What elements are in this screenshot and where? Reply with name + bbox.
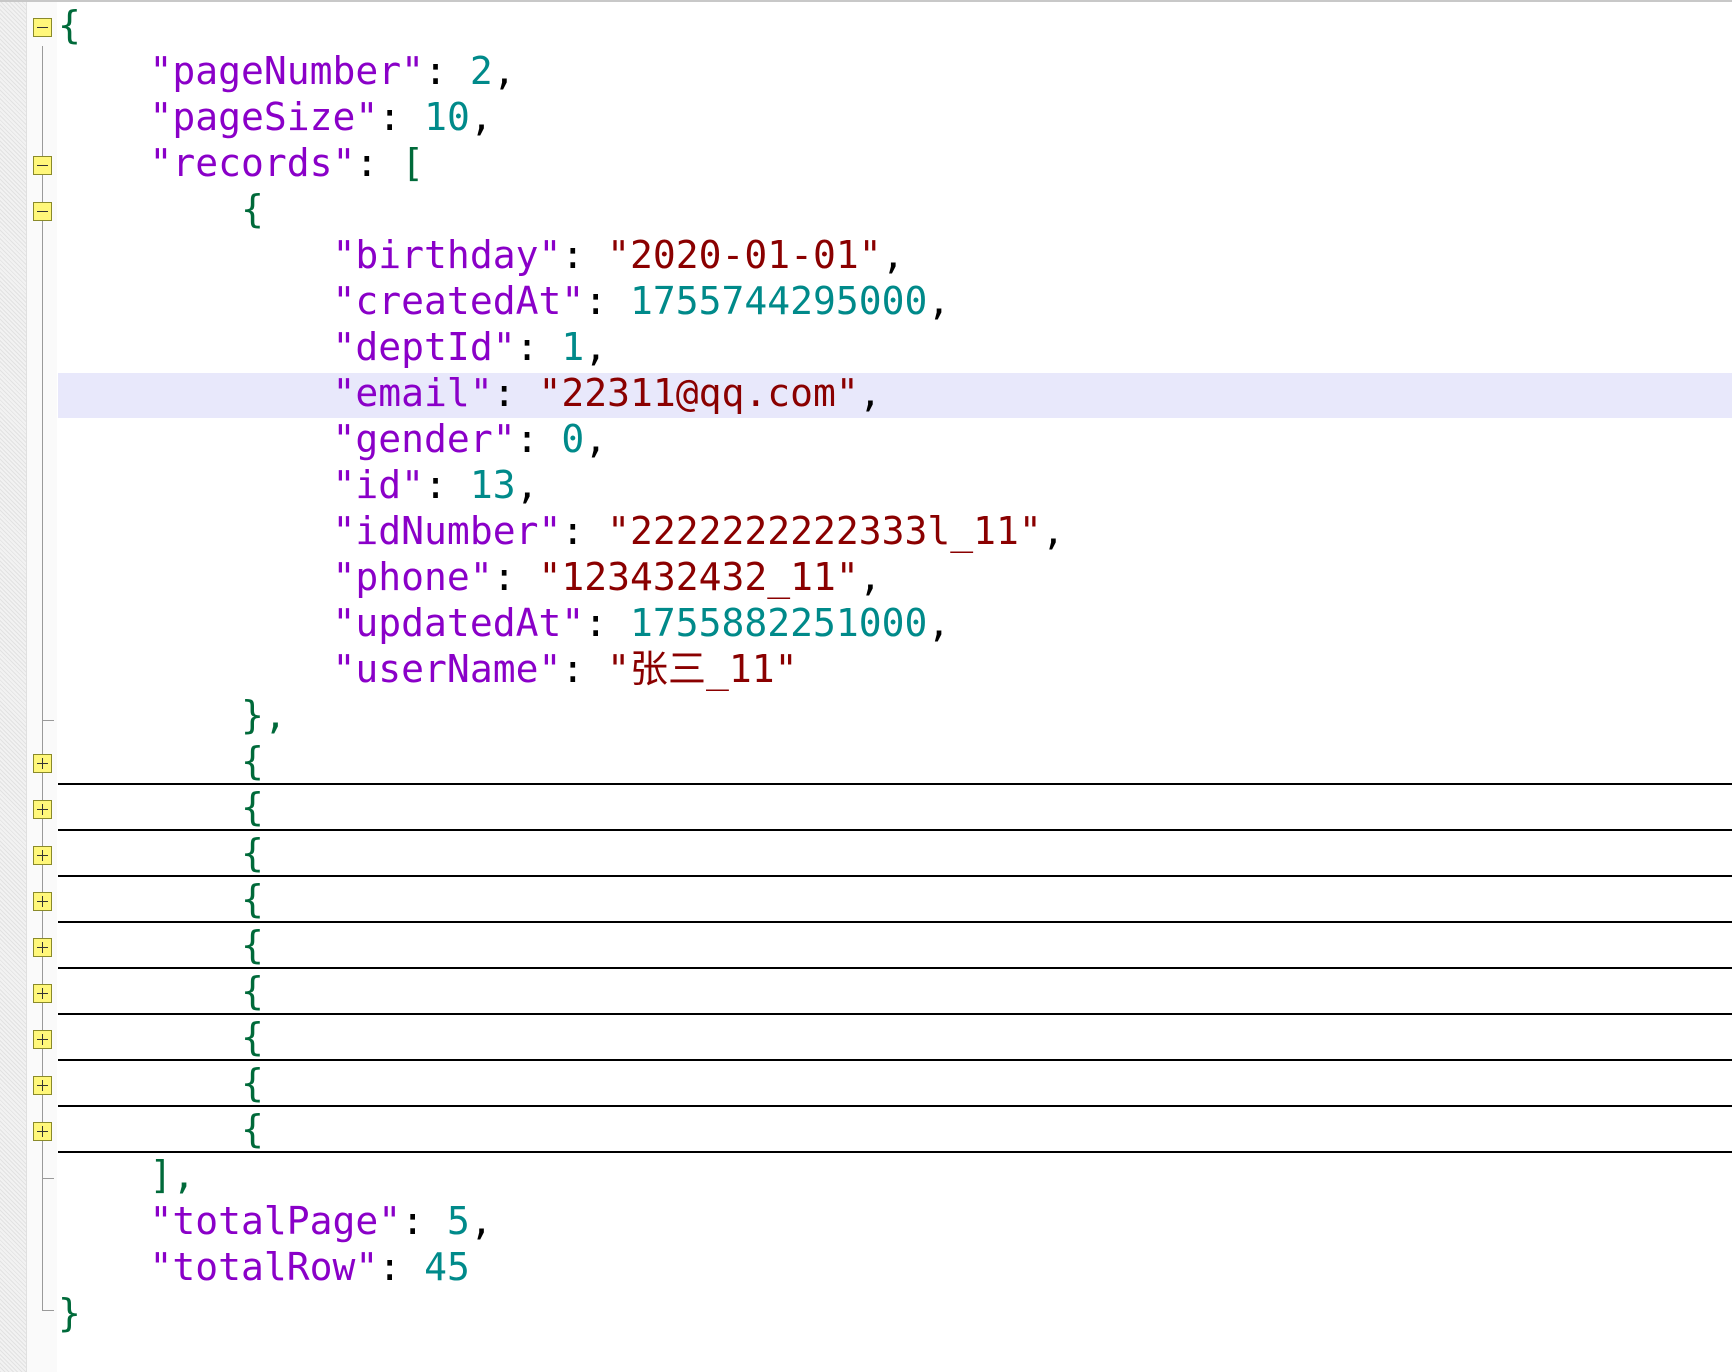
code-line-field[interactable]: "deptId": 1, [58, 324, 608, 370]
field-value: "2020-01-01" [607, 233, 882, 277]
code-line-collapsed-record[interactable]: { [58, 1060, 264, 1106]
expand-record-plus-icon[interactable] [33, 1122, 52, 1141]
root-open-brace: { [58, 3, 81, 47]
code-line-field-current[interactable]: "email": "22311@qq.com", [58, 370, 882, 416]
record-close-brace: }, [241, 693, 287, 737]
code-line-collapsed-record[interactable]: { [58, 1106, 264, 1152]
code-line-collapsed-record[interactable]: { [58, 784, 264, 830]
field-key: "userName" [332, 647, 562, 691]
total-row-key: "totalRow" [149, 1245, 379, 1289]
field-value: 13 [469, 463, 516, 507]
code-line-collapsed-record[interactable]: { [58, 738, 264, 784]
code-line-collapsed-record[interactable]: { [58, 876, 264, 922]
page-size-key: "pageSize" [149, 95, 379, 139]
field-key: "createdAt" [332, 279, 585, 323]
page-number-value: 2 [469, 49, 493, 93]
collapsed-record-brace: { [241, 969, 264, 1013]
field-value: 1755744295000 [629, 279, 928, 323]
expand-record-plus-icon[interactable] [33, 984, 52, 1003]
field-value: 0 [561, 417, 585, 461]
code-line-field[interactable]: "phone": "123432432_11", [58, 554, 882, 600]
code-line-page-size[interactable]: "pageSize": 10, [58, 94, 493, 140]
collapsed-fold-line [58, 1151, 1732, 1153]
field-value: 1755882251000 [629, 601, 928, 645]
collapsed-record-brace: { [241, 1061, 264, 1105]
field-key: "id" [332, 463, 425, 507]
collapsed-record-brace: { [241, 877, 264, 921]
code-line-root-close[interactable]: } [58, 1290, 81, 1336]
code-line-root-open[interactable]: { [58, 2, 81, 48]
code-line-field[interactable]: "userName": "张三_11" [58, 646, 798, 692]
collapsed-record-brace: { [241, 785, 264, 829]
collapsed-record-brace: { [241, 1015, 264, 1059]
code-line-total-row[interactable]: "totalRow": 45 [58, 1244, 470, 1290]
fold-guide-records-end [42, 1178, 54, 1179]
code-line-field[interactable]: "idNumber": "2222222222333l_11", [58, 508, 1065, 554]
fold-records-minus-icon[interactable] [33, 156, 52, 175]
collapsed-fold-line [58, 875, 1732, 877]
code-line-field[interactable]: "gender": 0, [58, 416, 608, 462]
field-value: "2222222222333l_11" [607, 509, 1042, 553]
code-line-field[interactable]: "birthday": "2020-01-01", [58, 232, 905, 278]
expand-record-plus-icon[interactable] [33, 800, 52, 819]
editor-top-border [0, 0, 1732, 2]
field-value: "123432432_11" [538, 555, 859, 599]
records-close-bracket: ], [149, 1153, 196, 1197]
total-page-key: "totalPage" [149, 1199, 402, 1243]
code-line-field[interactable]: "updatedAt": 1755882251000, [58, 600, 951, 646]
total-page-value: 5 [446, 1199, 470, 1243]
code-line-record-open[interactable]: { [58, 186, 264, 232]
root-close-brace: } [58, 1291, 81, 1335]
field-key: "idNumber" [332, 509, 562, 553]
fold-guide-record-end [42, 720, 54, 721]
code-line-record-close[interactable]: }, [58, 692, 287, 738]
field-key: "birthday" [332, 233, 562, 277]
code-line-collapsed-record[interactable]: { [58, 830, 264, 876]
field-value: "张三_11" [607, 647, 798, 691]
collapsed-fold-line [58, 783, 1732, 785]
code-line-field[interactable]: "id": 13, [58, 462, 539, 508]
expand-record-plus-icon[interactable] [33, 846, 52, 865]
collapsed-record-brace: { [241, 1107, 264, 1151]
collapsed-record-brace: { [241, 739, 264, 783]
collapsed-fold-line [58, 967, 1732, 969]
code-line-field[interactable]: "createdAt": 1755744295000, [58, 278, 951, 324]
expand-record-plus-icon[interactable] [33, 1076, 52, 1095]
collapsed-fold-line [58, 1105, 1732, 1107]
editor-margin-stripe [0, 2, 27, 1372]
field-key: "gender" [332, 417, 516, 461]
code-line-records[interactable]: "records": [ [58, 140, 425, 186]
records-key: "records" [149, 141, 356, 185]
page-size-value: 10 [424, 95, 470, 139]
expand-record-plus-icon[interactable] [33, 892, 52, 911]
fold-guide-root-end [42, 1310, 54, 1311]
expand-record-plus-icon[interactable] [33, 938, 52, 957]
expand-record-plus-icon[interactable] [33, 754, 52, 773]
collapsed-fold-line [58, 1059, 1732, 1061]
record-open-brace: { [241, 187, 264, 231]
collapsed-fold-line [58, 1013, 1732, 1015]
code-line-total-page[interactable]: "totalPage": 5, [58, 1198, 493, 1244]
collapsed-fold-line [58, 829, 1732, 831]
code-line-records-close[interactable]: ], [58, 1152, 196, 1198]
field-key: "email" [332, 371, 493, 415]
field-key: "updatedAt" [332, 601, 585, 645]
code-line-collapsed-record[interactable]: { [58, 968, 264, 1014]
code-line-page-number[interactable]: "pageNumber": 2, [58, 48, 516, 94]
expand-record-plus-icon[interactable] [33, 1030, 52, 1049]
field-value: 1 [561, 325, 585, 369]
field-key: "deptId" [332, 325, 516, 369]
fold-root-minus-icon[interactable] [33, 18, 52, 37]
page-number-key: "pageNumber" [149, 49, 425, 93]
field-key: "phone" [332, 555, 493, 599]
fold-record-minus-icon[interactable] [33, 202, 52, 221]
collapsed-record-brace: { [241, 831, 264, 875]
records-open-bracket: [ [401, 141, 425, 185]
collapsed-fold-line [58, 921, 1732, 923]
total-row-value: 45 [424, 1245, 470, 1289]
field-value: "22311@qq.com" [538, 371, 859, 415]
code-line-collapsed-record[interactable]: { [58, 922, 264, 968]
collapsed-record-brace: { [241, 923, 264, 967]
code-line-collapsed-record[interactable]: { [58, 1014, 264, 1060]
